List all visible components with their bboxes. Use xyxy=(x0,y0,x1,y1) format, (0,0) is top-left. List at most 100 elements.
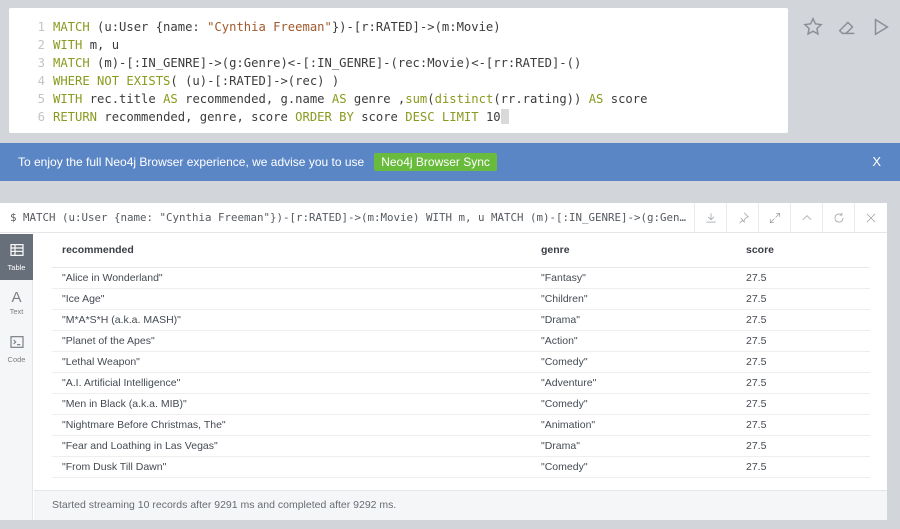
cypher-keyword: AS xyxy=(588,92,604,106)
browser-sync-banner: To enjoy the full Neo4j Browser experien… xyxy=(0,143,900,181)
cypher-text: ( (u)-[:RATED]->(rec) ) xyxy=(170,74,340,88)
line-number: 3 xyxy=(37,56,45,70)
cell-score: 27.5 xyxy=(736,393,870,415)
table-row: "Lethal Weapon" "Comedy" 27.5 xyxy=(52,351,870,373)
banner-close-button[interactable]: X xyxy=(872,154,881,169)
code-text: WITH rec.title AS recommended, g.name AS… xyxy=(53,90,647,108)
cell-recommended: "Alice in Wonderland" xyxy=(52,267,531,289)
fullscreen-icon[interactable] xyxy=(758,203,790,233)
frame-actions xyxy=(694,203,886,233)
table-row: "A.I. Artificial Intelligence" "Adventure… xyxy=(52,372,870,394)
table-row: "Ice Age" "Children" 27.5 xyxy=(52,288,870,310)
column-header-score: score xyxy=(736,234,870,268)
cell-recommended: "Ice Age" xyxy=(52,288,531,310)
view-table[interactable]: Table xyxy=(0,234,33,280)
code-line[interactable]: 1 MATCH (u:User {name: "Cynthia Freeman"}… xyxy=(9,18,788,36)
code-text: WHERE NOT EXISTS( (u)-[:RATED]->(rec) ) xyxy=(53,72,339,90)
table-row: "Men in Black (a.k.a. MIB)" "Comedy" 27.5 xyxy=(52,393,870,415)
status-bar: Started streaming 10 records after 9291 … xyxy=(34,490,887,520)
run-play-icon[interactable] xyxy=(864,14,898,40)
column-header-genre: genre xyxy=(531,234,736,268)
cell-genre: "Children" xyxy=(531,288,736,310)
result-table-wrap: recommended genre score "Alice in Wonderla… xyxy=(52,234,870,478)
cell-recommended: "M*A*S*H (a.k.a. MASH)" xyxy=(52,309,531,331)
code-line[interactable]: 6 RETURN recommended, genre, score ORDER … xyxy=(9,108,788,126)
code-line[interactable]: 5 WITH rec.title AS recommended, g.name A… xyxy=(9,90,788,108)
view-switcher: Table A Text Code xyxy=(0,234,33,520)
cell-score: 27.5 xyxy=(736,435,870,457)
cypher-keyword: DESC LIMIT xyxy=(405,110,479,124)
cell-genre: "Comedy" xyxy=(531,393,736,415)
pin-icon[interactable] xyxy=(726,203,758,233)
rerun-icon[interactable] xyxy=(822,203,854,233)
close-frame-icon[interactable] xyxy=(854,203,886,233)
table-row: "M*A*S*H (a.k.a. MASH)" "Drama" 27.5 xyxy=(52,309,870,331)
code-line[interactable]: 2 WITH m, u xyxy=(9,36,788,54)
cypher-text: (u:User {name: xyxy=(89,20,208,34)
clear-eraser-icon[interactable] xyxy=(830,14,864,40)
cell-recommended: "Men in Black (a.k.a. MIB)" xyxy=(52,393,531,415)
cypher-keyword: MATCH xyxy=(53,56,90,70)
view-text[interactable]: A Text xyxy=(0,280,33,326)
code-line[interactable]: 4 WHERE NOT EXISTS( (u)-[:RATED]->(rec) ) xyxy=(9,72,788,90)
collapse-icon[interactable] xyxy=(790,203,822,233)
table-view-icon xyxy=(9,242,25,263)
frame-header: $ MATCH (u:User {name: "Cynthia Freeman"… xyxy=(0,203,887,233)
cell-score: 27.5 xyxy=(736,330,870,352)
result-table: recommended genre score "Alice in Wonderla… xyxy=(52,234,870,478)
cell-recommended: "Fear and Loathing in Las Vegas" xyxy=(52,435,531,457)
cell-score: 27.5 xyxy=(736,351,870,373)
cell-genre: "Drama" xyxy=(531,309,736,331)
cell-recommended: "Planet of the Apes" xyxy=(52,330,531,352)
cell-recommended: "Lethal Weapon" xyxy=(52,351,531,373)
download-icon[interactable] xyxy=(694,203,726,233)
cypher-string: "Cynthia Freeman" xyxy=(207,20,332,34)
frame-query-text[interactable]: $ MATCH (u:User {name: "Cynthia Freeman"… xyxy=(10,211,692,224)
table-row: "Planet of the Apes" "Action" 27.5 xyxy=(52,330,870,352)
cypher-keyword: distinct xyxy=(434,92,494,106)
cell-score: 27.5 xyxy=(736,288,870,310)
cypher-keyword: ORDER BY xyxy=(295,110,354,124)
cell-score: 27.5 xyxy=(736,456,870,478)
view-code[interactable]: Code xyxy=(0,326,33,372)
cypher-keyword: WITH xyxy=(53,92,83,106)
cypher-text: genre , xyxy=(346,92,406,106)
column-header-recommended: recommended xyxy=(52,234,531,268)
text-cursor xyxy=(500,109,509,124)
cell-genre: "Drama" xyxy=(531,435,736,457)
cell-score: 27.5 xyxy=(736,267,870,289)
cell-score: 27.5 xyxy=(736,414,870,436)
line-number: 2 xyxy=(37,38,45,52)
cypher-keyword: AS xyxy=(331,92,347,106)
cell-recommended: "A.I. Artificial Intelligence" xyxy=(52,372,531,394)
table-row: "Fear and Loathing in Las Vegas" "Drama" 2… xyxy=(52,435,870,457)
cypher-keyword: AS xyxy=(163,92,178,106)
cell-score: 27.5 xyxy=(736,372,870,394)
result-frame: $ MATCH (u:User {name: "Cynthia Freeman"… xyxy=(0,203,887,520)
cypher-keyword: RETURN xyxy=(53,110,98,124)
cypher-keyword: MATCH xyxy=(53,20,90,34)
cypher-text: (rr.rating)) xyxy=(493,92,589,106)
code-view-icon xyxy=(9,334,25,355)
cypher-editor[interactable]: 1 MATCH (u:User {name: "Cynthia Freeman"}… xyxy=(9,8,788,133)
line-number: 5 xyxy=(37,92,45,106)
table-header-row: recommended genre score xyxy=(52,234,870,268)
cypher-text: })-[r:RATED]->(m:Movie) xyxy=(331,20,501,34)
cell-genre: "Comedy" xyxy=(531,456,736,478)
cypher-keyword: sum xyxy=(405,92,428,106)
browser-sync-link[interactable]: Neo4j Browser Sync xyxy=(374,153,497,171)
cypher-text: (m)-[:IN_GENRE]->(g:Genre)<-[:IN_GENRE]-… xyxy=(89,56,582,70)
cypher-keyword: WHERE NOT EXISTS xyxy=(53,74,171,88)
line-number: 4 xyxy=(37,74,45,88)
code-text: WITH m, u xyxy=(53,36,119,54)
editor-actions xyxy=(796,14,898,40)
table-row: "Alice in Wonderland" "Fantasy" 27.5 xyxy=(52,267,870,289)
banner-text: To enjoy the full Neo4j Browser experien… xyxy=(18,155,365,169)
cell-genre: "Adventure" xyxy=(531,372,736,394)
favorite-star-icon[interactable] xyxy=(796,14,830,40)
cypher-text: recommended, genre, score xyxy=(97,110,296,124)
table-row: "From Dusk Till Dawn" "Comedy" 27.5 xyxy=(52,456,870,478)
cell-score: 27.5 xyxy=(736,309,870,331)
code-line[interactable]: 3 MATCH (m)-[:IN_GENRE]->(g:Genre)<-[:IN_… xyxy=(9,54,788,72)
cell-genre: "Comedy" xyxy=(531,351,736,373)
